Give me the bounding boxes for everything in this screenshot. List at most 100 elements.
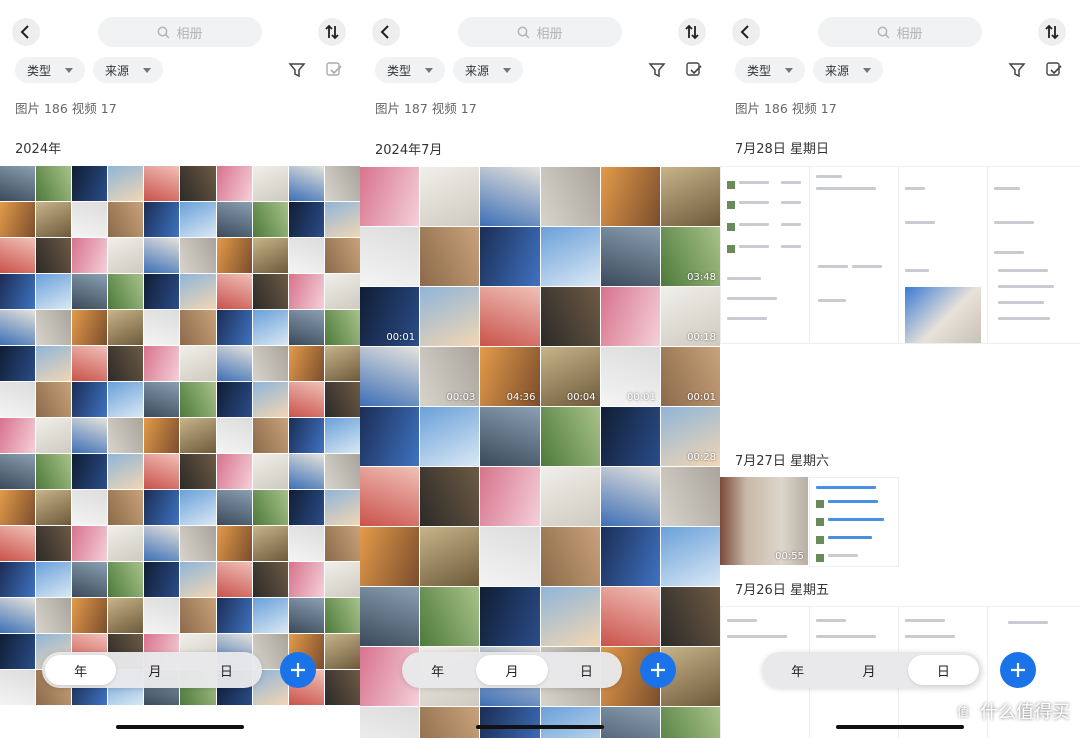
photo-thumbnail[interactable] <box>288 562 324 597</box>
photo-thumbnail[interactable] <box>0 418 36 453</box>
photo-thumbnail[interactable] <box>600 587 660 646</box>
photo-thumbnail[interactable] <box>0 598 36 633</box>
photo-thumbnail[interactable] <box>252 418 288 453</box>
tab-month[interactable]: 月 <box>476 655 548 685</box>
photo-thumbnail[interactable] <box>324 454 360 489</box>
photo-thumbnail[interactable] <box>420 527 480 586</box>
photo-thumbnail[interactable] <box>540 467 600 526</box>
photo-thumbnail[interactable] <box>108 382 144 417</box>
photo-thumbnail[interactable] <box>324 274 360 309</box>
photo-thumbnail[interactable] <box>288 526 324 561</box>
photo-thumbnail[interactable] <box>0 562 36 597</box>
photo-thumbnail[interactable] <box>420 227 480 286</box>
photo-thumbnail[interactable] <box>144 310 180 345</box>
search-input[interactable]: 相册 <box>458 17 622 47</box>
photo-thumbnail[interactable] <box>540 407 600 466</box>
photo-thumbnail[interactable]: 04:36 <box>480 347 540 406</box>
photo-thumbnail[interactable] <box>480 167 540 226</box>
photo-thumbnail[interactable] <box>36 418 72 453</box>
photo-thumbnail[interactable] <box>144 598 180 633</box>
tab-month[interactable]: 月 <box>833 652 904 688</box>
photo-thumbnail[interactable] <box>480 407 540 466</box>
photo-thumbnail[interactable] <box>108 310 144 345</box>
photo-thumbnail[interactable] <box>36 454 72 489</box>
source-filter-chip[interactable]: 来源 <box>93 57 164 83</box>
photo-thumbnail[interactable]: 00:01 <box>360 287 420 346</box>
photo-thumbnail[interactable] <box>420 707 480 738</box>
photo-thumbnail[interactable] <box>288 202 324 237</box>
photo-thumbnail[interactable] <box>720 166 810 344</box>
photo-thumbnail[interactable] <box>216 310 252 345</box>
sort-button[interactable] <box>318 18 346 46</box>
photo-thumbnail[interactable] <box>480 587 540 646</box>
photo-thumbnail[interactable] <box>108 490 144 525</box>
photo-thumbnail[interactable] <box>0 310 36 345</box>
photo-thumbnail[interactable] <box>108 166 144 201</box>
photo-thumbnail[interactable] <box>360 227 420 286</box>
photo-thumbnail[interactable] <box>216 598 252 633</box>
photo-thumbnail[interactable] <box>324 346 360 381</box>
select-icon[interactable] <box>685 61 703 79</box>
photo-thumbnail[interactable] <box>288 310 324 345</box>
photo-thumbnail[interactable] <box>540 707 600 738</box>
photo-thumbnail[interactable] <box>0 346 36 381</box>
photo-thumbnail[interactable] <box>288 418 324 453</box>
photo-thumbnail[interactable]: 00:04 <box>540 347 600 406</box>
photo-thumbnail[interactable] <box>600 467 660 526</box>
photo-thumbnail[interactable] <box>180 274 216 309</box>
photo-thumbnail[interactable] <box>180 346 216 381</box>
photo-thumbnail[interactable] <box>36 598 72 633</box>
photo-thumbnail[interactable] <box>420 467 480 526</box>
photo-thumbnail[interactable] <box>809 477 899 567</box>
photo-thumbnail[interactable] <box>252 274 288 309</box>
photo-thumbnail[interactable] <box>660 467 720 526</box>
type-filter-chip[interactable]: 类型 <box>735 57 806 83</box>
photo-thumbnail[interactable] <box>36 274 72 309</box>
photo-thumbnail[interactable] <box>480 707 540 738</box>
add-button[interactable] <box>1000 652 1036 688</box>
photo-thumbnail[interactable] <box>360 467 420 526</box>
photo-thumbnail[interactable] <box>660 527 720 586</box>
photo-thumbnail[interactable] <box>72 238 108 273</box>
photo-thumbnail[interactable] <box>144 346 180 381</box>
filter-icon[interactable] <box>648 61 666 79</box>
photo-thumbnail[interactable] <box>987 166 1080 344</box>
photo-thumbnail[interactable] <box>660 587 720 646</box>
select-icon[interactable] <box>1045 61 1063 79</box>
photo-thumbnail[interactable]: 00:55 <box>720 477 808 565</box>
photo-thumbnail[interactable] <box>324 238 360 273</box>
photo-thumbnail[interactable] <box>324 490 360 525</box>
photo-thumbnail[interactable] <box>600 287 660 346</box>
photo-thumbnail[interactable] <box>180 310 216 345</box>
photo-thumbnail[interactable] <box>36 238 72 273</box>
photo-thumbnail[interactable] <box>72 166 108 201</box>
photo-thumbnail[interactable] <box>216 382 252 417</box>
photo-thumbnail[interactable]: 00:01 <box>600 347 660 406</box>
photo-thumbnail[interactable] <box>288 598 324 633</box>
photo-thumbnail[interactable] <box>144 202 180 237</box>
tab-year[interactable]: 年 <box>45 655 117 685</box>
search-input[interactable]: 相册 <box>98 17 262 47</box>
photo-thumbnail[interactable] <box>252 562 288 597</box>
photo-thumbnail[interactable] <box>72 274 108 309</box>
photo-thumbnail[interactable] <box>0 670 36 705</box>
photo-thumbnail[interactable] <box>108 418 144 453</box>
photo-thumbnail[interactable] <box>252 346 288 381</box>
photo-thumbnail[interactable] <box>600 707 660 738</box>
photo-thumbnail[interactable] <box>660 707 720 738</box>
photo-thumbnail[interactable] <box>72 526 108 561</box>
photo-thumbnail[interactable] <box>360 167 420 226</box>
photo-thumbnail[interactable] <box>252 238 288 273</box>
photo-thumbnail[interactable] <box>72 382 108 417</box>
photo-thumbnail[interactable] <box>600 227 660 286</box>
photo-thumbnail[interactable]: 00:01 <box>660 347 720 406</box>
photo-thumbnail[interactable] <box>540 167 600 226</box>
back-button[interactable] <box>372 18 400 46</box>
photo-thumbnail[interactable] <box>180 526 216 561</box>
photo-thumbnail[interactable] <box>540 287 600 346</box>
photo-thumbnail[interactable] <box>180 166 216 201</box>
photo-thumbnail[interactable] <box>144 526 180 561</box>
photo-thumbnail[interactable] <box>324 202 360 237</box>
photo-thumbnail[interactable] <box>216 562 252 597</box>
photo-thumbnail[interactable] <box>108 274 144 309</box>
